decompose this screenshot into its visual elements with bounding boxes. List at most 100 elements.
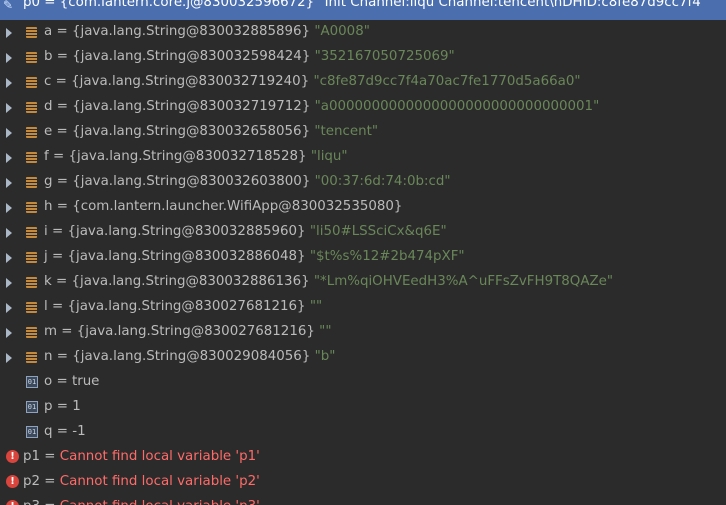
variable-row-p[interactable]: 01 p = 1 xyxy=(0,395,726,420)
variable-text: j = {java.lang.String@830032886048} "$t%… xyxy=(44,249,465,264)
variable-text: q = -1 xyxy=(44,424,86,439)
variable-name: p2 xyxy=(23,474,41,489)
equals-sign: = xyxy=(40,449,60,464)
variable-row-i[interactable]: i = {java.lang.String@830032885960} "li5… xyxy=(0,220,726,245)
variable-row-l[interactable]: l = {java.lang.String@830027681216} "" xyxy=(0,295,726,320)
variable-row-p1[interactable]: ! p1 = Cannot find local variable 'p1' xyxy=(0,445,726,470)
variable-name: o xyxy=(44,374,53,389)
variable-text: l = {java.lang.String@830027681216} "" xyxy=(44,299,322,314)
field-icon xyxy=(26,327,37,338)
expand-arrow-icon[interactable] xyxy=(6,53,12,63)
error-message: Cannot find local variable 'p1' xyxy=(59,449,260,464)
variable-value: 1 xyxy=(72,399,81,414)
variable-value: "li50#LSSciCx&q6E" xyxy=(309,224,447,239)
variable-name: e xyxy=(44,124,53,139)
variable-text: p1 = Cannot find local variable 'p1' xyxy=(23,449,260,464)
variable-text: p = 1 xyxy=(44,399,81,414)
equals-sign: = xyxy=(40,499,60,505)
variable-value: "$t%s%12#2b474pXF" xyxy=(309,249,465,264)
variable-row-a[interactable]: a = {java.lang.String@830032885896} "A00… xyxy=(0,20,726,45)
error-message: Cannot find local variable 'p2' xyxy=(59,474,260,489)
primitive-icon: 01 xyxy=(26,426,38,438)
variable-text: p3 = Cannot find local variable 'p3' xyxy=(23,499,260,505)
variable-row-e[interactable]: e = {java.lang.String@830032658056} "ten… xyxy=(0,120,726,145)
variable-ref: {java.lang.String@830032719712} xyxy=(72,99,311,114)
expand-arrow-icon[interactable] xyxy=(6,253,12,263)
variable-row-n[interactable]: n = {java.lang.String@830029084056} "b" xyxy=(0,345,726,370)
variable-ref: {java.lang.String@830032603800} xyxy=(72,174,311,189)
variable-row-b[interactable]: b = {java.lang.String@830032598424} "352… xyxy=(0,45,726,70)
variable-row-p3[interactable]: ! p3 = Cannot find local variable 'p3' xyxy=(0,495,726,505)
expand-arrow-icon[interactable] xyxy=(6,353,12,363)
expand-arrow-icon[interactable] xyxy=(6,203,12,213)
variable-row-o[interactable]: 01 o = true xyxy=(0,370,726,395)
equals-sign: = xyxy=(52,374,72,389)
variable-row-m[interactable]: m = {java.lang.String@830027681216} "" xyxy=(0,320,726,345)
variable-name: p0 xyxy=(23,0,41,10)
expand-arrow-icon[interactable] xyxy=(6,328,12,338)
variable-name: b xyxy=(44,49,53,64)
equals-sign: = xyxy=(51,74,72,89)
equals-sign: = xyxy=(57,324,77,339)
field-icon xyxy=(26,177,37,188)
variable-row-f[interactable]: f = {java.lang.String@830032718528} "liq… xyxy=(0,145,726,170)
expand-arrow-icon[interactable] xyxy=(6,28,12,38)
variable-name: a xyxy=(44,24,53,39)
equals-sign: = xyxy=(40,0,60,10)
variable-value: "*Lm%qiOHVEedH3%A^uFFsZvFH9T8QAZe" xyxy=(313,274,614,289)
expand-arrow-icon[interactable] xyxy=(6,228,12,238)
expand-arrow-icon[interactable] xyxy=(6,128,12,138)
variable-text: g = {java.lang.String@830032603800} "00:… xyxy=(44,174,451,189)
variable-value: "" xyxy=(319,324,332,339)
expand-arrow-icon[interactable] xyxy=(6,303,12,313)
variable-name: n xyxy=(44,349,53,364)
variable-ref: {java.lang.String@830032886136} xyxy=(71,274,310,289)
expand-arrow-icon[interactable] xyxy=(6,78,12,88)
variable-text: d = {java.lang.String@830032719712} "a00… xyxy=(44,99,599,114)
variable-row-p0[interactable]: ✎ p0 = {com.lantern.core.j@830032596672}… xyxy=(0,0,726,20)
variable-value: "b" xyxy=(314,349,336,364)
variable-name: m xyxy=(44,324,58,339)
primitive-icon: 01 xyxy=(26,376,38,388)
variable-name: p xyxy=(44,399,53,414)
variable-row-j[interactable]: j = {java.lang.String@830032886048} "$t%… xyxy=(0,245,726,270)
field-icon xyxy=(26,252,37,263)
expand-arrow-icon[interactable] xyxy=(6,153,12,163)
variable-row-c[interactable]: c = {java.lang.String@830032719240} "c8f… xyxy=(0,70,726,95)
variable-text: h = {com.lantern.launcher.WifiApp@830032… xyxy=(44,199,402,214)
equals-sign: = xyxy=(52,399,73,414)
error-message: Cannot find local variable 'p3' xyxy=(60,499,260,505)
field-icon xyxy=(26,102,37,113)
field-icon xyxy=(26,52,37,63)
variable-value: "352167050725069" xyxy=(314,49,455,64)
variable-row-d[interactable]: d = {java.lang.String@830032719712} "a00… xyxy=(0,95,726,120)
variable-row-g[interactable]: g = {java.lang.String@830032603800} "00:… xyxy=(0,170,726,195)
expand-arrow-icon[interactable] xyxy=(6,278,12,288)
variable-row-k[interactable]: k = {java.lang.String@830032886136} "*Lm… xyxy=(0,270,726,295)
variable-text: n = {java.lang.String@830029084056} "b" xyxy=(44,349,335,364)
variable-value: "A0008" xyxy=(314,24,370,39)
variable-ref: {java.lang.String@830027681216} xyxy=(76,324,315,339)
variable-ref: {java.lang.String@830032885896} xyxy=(71,24,311,39)
equals-sign: = xyxy=(51,274,72,289)
variable-row-p2[interactable]: ! p2 = Cannot find local variable 'p2' xyxy=(0,470,726,495)
field-icon xyxy=(26,202,37,213)
equals-sign: = xyxy=(52,24,72,39)
variable-value: -1 xyxy=(72,424,86,439)
variable-ref: {java.lang.String@830027681216} xyxy=(67,299,306,314)
field-icon xyxy=(26,227,37,238)
expand-arrow-icon[interactable] xyxy=(6,178,12,188)
variable-row-h[interactable]: h = {com.lantern.launcher.WifiApp@830032… xyxy=(0,195,726,220)
variable-value: "a0000000000000000000000000000001" xyxy=(314,99,600,114)
equals-sign: = xyxy=(48,149,69,164)
equals-sign: = xyxy=(52,424,73,439)
equals-sign: = xyxy=(47,299,68,314)
error-icon: ! xyxy=(6,450,19,463)
variable-text: k = {java.lang.String@830032886136} "*Lm… xyxy=(44,274,613,289)
variable-text: e = {java.lang.String@830032658056} "ten… xyxy=(44,124,378,139)
variable-value: "c8fe87d9cc7f4a70ac7fe1770d5a66a0" xyxy=(313,74,581,89)
equals-sign: = xyxy=(52,99,73,114)
expand-arrow-icon[interactable] xyxy=(6,103,12,113)
variable-row-q[interactable]: 01 q = -1 xyxy=(0,420,726,445)
equals-sign: = xyxy=(47,249,68,264)
